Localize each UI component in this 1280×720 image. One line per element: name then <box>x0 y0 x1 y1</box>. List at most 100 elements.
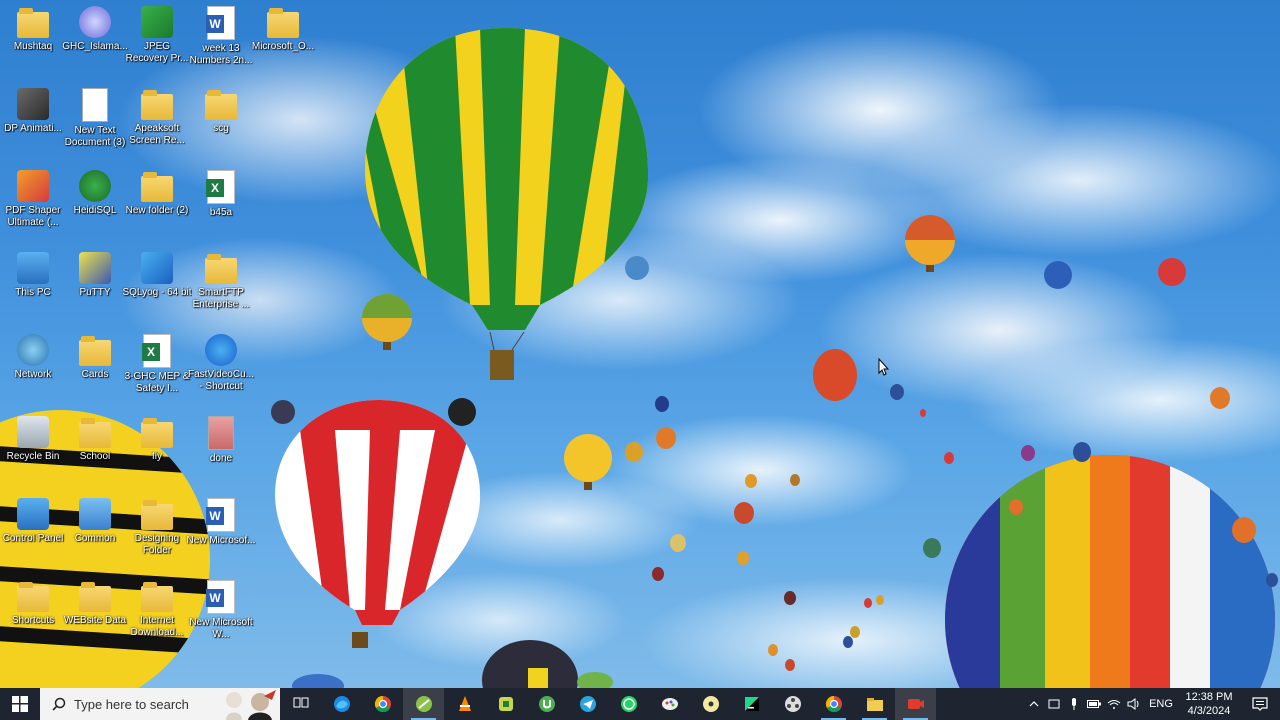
taskbar-app-screen-recorder[interactable] <box>895 688 936 720</box>
desktop-icon-label: Recycle Bin <box>6 451 60 462</box>
desktop-icon[interactable]: done <box>188 410 254 490</box>
taskbar-app-file-explorer[interactable] <box>854 688 895 720</box>
taskbar-app-chrome-profile[interactable] <box>813 688 854 720</box>
start-button[interactable] <box>0 688 40 720</box>
disc-icon <box>702 696 719 712</box>
desktop-icon[interactable]: SQLyog - 64 bit <box>122 246 192 326</box>
desktop-icon-label: JPEG Recovery Pr... <box>125 41 189 64</box>
desktop-icon[interactable]: JPEG Recovery Pr... <box>124 0 190 80</box>
desktop-icon-label: New Microsof... <box>186 535 256 546</box>
desktop-icon-label: PDF Shaper Ultimate (... <box>5 205 61 228</box>
taskbar-app-vlc[interactable] <box>444 688 485 720</box>
taskbar-app-dvd[interactable] <box>690 688 731 720</box>
excel-badge-icon: X <box>206 179 224 197</box>
zip-folder-icon <box>205 254 237 284</box>
taskbar-app-snipping[interactable] <box>403 688 444 720</box>
video-app-icon <box>205 334 237 366</box>
desktop-icon[interactable]: Wweek 13 Numbers 2n... <box>188 0 254 80</box>
telegram-icon <box>579 696 596 712</box>
sqlyog-icon <box>141 252 173 284</box>
notification-center-button[interactable] <box>1240 688 1280 720</box>
battery-icon[interactable] <box>1084 688 1104 720</box>
network-icon <box>17 334 49 366</box>
desktop-icon[interactable]: Cards <box>62 328 128 408</box>
desktop-icon[interactable]: WEBsite Data <box>62 574 128 654</box>
desktop-icon-label: New folder (2) <box>125 205 189 216</box>
desktop-icon[interactable]: New folder (2) <box>124 164 190 244</box>
mouse-cursor-icon <box>878 358 890 376</box>
taskbar-app-utorrent[interactable] <box>526 688 567 720</box>
show-hidden-icons-chevron-icon[interactable] <box>1024 688 1044 720</box>
desktop-icon[interactable]: W New Microsof... <box>186 492 256 572</box>
desktop-icon-label: Mushtaq <box>13 41 53 52</box>
desktop-icon[interactable]: Common <box>62 492 128 572</box>
search-icon <box>52 697 66 711</box>
desktop-icon-label: Network <box>14 369 52 380</box>
desktop-icon[interactable]: Microsoft_O... <box>250 0 316 80</box>
film-reel-icon <box>784 696 801 712</box>
desktop-icon[interactable]: PDF Shaper Ultimate (... <box>0 164 66 244</box>
desktop-icon[interactable]: Recycle Bin <box>0 410 66 490</box>
desktop-icon[interactable]: HeidiSQL <box>62 164 128 244</box>
desktop-icon[interactable]: PuTTY <box>62 246 128 326</box>
taskbar-app-task-view[interactable] <box>280 688 321 720</box>
notification-icon <box>1252 697 1268 711</box>
taskbar-app-chrome[interactable] <box>362 688 403 720</box>
desktop-icon[interactable]: Xb45a <box>188 164 254 244</box>
taskbar-search-box[interactable] <box>40 688 280 720</box>
desktop-icon[interactable]: scg <box>188 82 254 162</box>
pdf-app-icon <box>17 170 49 202</box>
monitor-icon <box>79 498 111 530</box>
clock-date: 4/3/2024 <box>1187 705 1231 717</box>
desktop-icon[interactable]: Control Panel <box>0 492 66 572</box>
desktop-icon-label: New Text Document (3) <box>64 125 126 148</box>
taskbar-app-edge[interactable] <box>321 688 362 720</box>
desktop-icon[interactable]: School <box>62 410 128 490</box>
desktop-icon[interactable]: New Text Document (3) <box>62 82 128 162</box>
desktop-icon[interactable]: X 3-GHC MEP & Safety I... <box>124 328 190 408</box>
input-language-indicator[interactable]: ENG <box>1144 698 1178 710</box>
wifi-icon[interactable] <box>1104 688 1124 720</box>
control-panel-icon <box>17 498 49 530</box>
snip-icon <box>415 696 432 712</box>
volume-icon[interactable] <box>1124 688 1144 720</box>
desktop-icon-label: Designing Folder <box>134 533 180 556</box>
desktop-icon[interactable]: W New Microsoft W... <box>188 574 254 654</box>
clock[interactable]: 12:38 PM 4/3/2024 <box>1178 690 1240 718</box>
desktop-icon-label: DP Animati... <box>4 123 62 134</box>
desktop-icon[interactable]: FastVideoCu... - Shortcut <box>188 328 254 408</box>
desktop-icon[interactable]: Apeaksoft Screen Re... <box>124 82 190 162</box>
microphone-icon[interactable] <box>1064 688 1084 720</box>
taskbar-app-video-editor[interactable] <box>772 688 813 720</box>
computer-icon <box>17 252 49 284</box>
heidisql-icon <box>79 170 111 202</box>
taskbar-app-whatsapp[interactable] <box>608 688 649 720</box>
desktop-icon[interactable]: SmartFTP Enterprise ... <box>188 246 254 326</box>
taskbar-app-paint[interactable] <box>649 688 690 720</box>
desktop-icon[interactable]: DP Animati... <box>0 82 66 162</box>
desktop-icon[interactable]: Mushtaq <box>0 0 66 80</box>
desktop-icon[interactable]: GHC_Islama... <box>62 0 128 80</box>
desktop-icon[interactable]: This PC <box>0 246 66 326</box>
puzzle-icon <box>498 697 513 711</box>
desktop-icon-label: done <box>209 453 233 464</box>
desktop-icon[interactable]: Shortcuts <box>0 574 66 654</box>
taskbar-app-workbench[interactable] <box>485 688 526 720</box>
word-doc-icon: W <box>206 498 235 532</box>
system-tray: ENG 12:38 PM 4/3/2024 <box>1024 688 1280 720</box>
folder-icon <box>141 90 173 120</box>
meet-now-icon[interactable] <box>1044 688 1064 720</box>
taskbar-app-pycharm[interactable] <box>731 688 772 720</box>
search-input[interactable] <box>74 696 224 712</box>
desktop-icon-label: Control Panel <box>2 533 64 544</box>
desktop-icon[interactable]: Internet Download... <box>124 574 190 654</box>
desktop-icon-label: SmartFTP Enterprise ... <box>192 287 250 310</box>
desktop-icon[interactable]: Designing Folder <box>124 492 190 572</box>
desktop-icon[interactable]: Network <box>0 328 66 408</box>
desktop-icon-label: Microsoft_O... <box>251 41 315 52</box>
taskbar-app-telegram[interactable] <box>567 688 608 720</box>
excel-doc-icon: X <box>206 170 235 204</box>
user-folder-icon <box>17 8 49 38</box>
desktop-icon[interactable]: fly <box>124 410 190 490</box>
search-highlight-illustration-icon <box>220 688 280 720</box>
